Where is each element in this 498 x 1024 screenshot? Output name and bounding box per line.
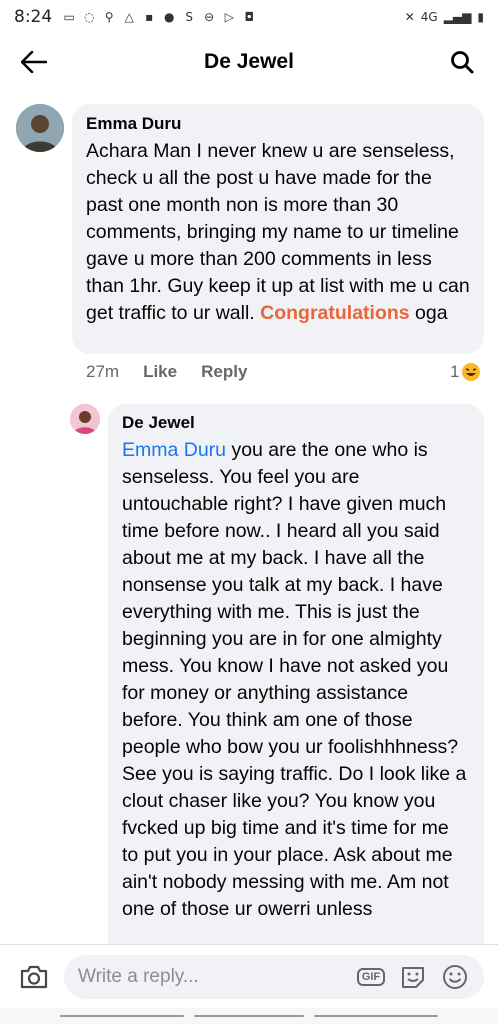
nav-back-handle[interactable] — [314, 1015, 438, 1017]
usb-icon: ⚲ — [104, 10, 114, 24]
comment-text-end: oga — [409, 302, 448, 324]
user-photo-icon — [16, 104, 64, 152]
network-label: 4G — [420, 10, 438, 24]
comment-bubble[interactable]: Emma Duru Achara Man I never knew u are … — [72, 104, 484, 354]
comment-author[interactable]: Emma Duru — [86, 114, 470, 134]
like-button[interactable]: Like — [143, 362, 177, 382]
arrow-left-icon — [21, 51, 47, 73]
emoji-button[interactable] — [438, 960, 472, 994]
comment-author[interactable]: De Jewel — [122, 413, 470, 433]
gif-icon: GIF — [356, 967, 386, 986]
hashtag-link[interactable]: Congratulations — [260, 302, 410, 324]
comment-bubble[interactable]: De Jewel Emma Duru you are the one who i… — [108, 404, 484, 964]
comment-text: Emma Duru you are the one who is sensele… — [122, 437, 470, 923]
reply-input-container: GIF — [64, 954, 484, 999]
avatar[interactable] — [16, 104, 64, 152]
search-icon — [451, 51, 474, 74]
gesture-navigation-bar — [0, 1008, 498, 1024]
reply-button[interactable]: Reply — [201, 362, 247, 382]
notification-icons: ▭ ◌ ⚲ △ ▪ ● S ⊖ ▷ ◘ — [62, 10, 256, 24]
comment-text-main: Achara Man I never knew u are senseless,… — [86, 140, 470, 324]
flask-icon: △ — [124, 10, 134, 24]
nav-recent-handle[interactable] — [60, 1015, 184, 1017]
play-icon: ▷ — [224, 10, 234, 24]
comment-text-main: you are the one who is senseless. You fe… — [122, 439, 467, 920]
mute-icon: ✕ — [404, 10, 415, 24]
sticker-icon — [402, 966, 424, 988]
user-photo-icon — [70, 404, 100, 434]
signal-icon: ▂▄▆ — [443, 10, 472, 24]
status-bar: 8:24 ▭ ◌ ⚲ △ ▪ ● S ⊖ ▷ ◘ ✕ 4G ▂▄▆ ▮ — [0, 0, 498, 34]
block-icon: ⊖ — [204, 10, 215, 24]
s-app-icon: S — [185, 10, 193, 24]
comment-actions: 27m Like Reply — [86, 362, 247, 382]
nav-home-handle[interactable] — [194, 1015, 304, 1017]
app-header: De Jewel — [0, 34, 498, 90]
gallery-icon: ◘ — [244, 10, 254, 24]
reply-input[interactable] — [78, 965, 346, 988]
whatsapp-icon: ◌ — [83, 10, 95, 24]
gif-button[interactable]: GIF — [354, 960, 388, 994]
search-button[interactable] — [446, 46, 478, 78]
status-time: 8:24 — [14, 7, 53, 27]
haha-emoji-icon — [462, 363, 481, 381]
avatar[interactable] — [70, 404, 100, 434]
reaction-count: 1 — [450, 362, 460, 381]
reply-bar: GIF — [0, 944, 498, 1008]
comment-time: 27m — [86, 362, 120, 381]
battery-icon: ▮ — [477, 10, 484, 24]
page-title: De Jewel — [204, 50, 294, 73]
mention-link[interactable]: Emma Duru — [122, 439, 226, 461]
message-icon: ▭ — [63, 10, 75, 24]
system-icons: ✕ 4G ▂▄▆ ▮ — [405, 10, 484, 24]
camera-button[interactable] — [14, 957, 54, 997]
emoji-icon — [443, 964, 467, 989]
camera-icon — [20, 965, 48, 988]
comment-text: Achara Man I never knew u are senseless,… — [86, 138, 470, 327]
facebook-icon: ● — [163, 10, 175, 24]
sticker-button[interactable] — [396, 960, 430, 994]
reaction-summary[interactable]: 1 — [450, 362, 481, 382]
folder-icon: ▪ — [145, 10, 154, 24]
back-button[interactable] — [18, 46, 50, 78]
